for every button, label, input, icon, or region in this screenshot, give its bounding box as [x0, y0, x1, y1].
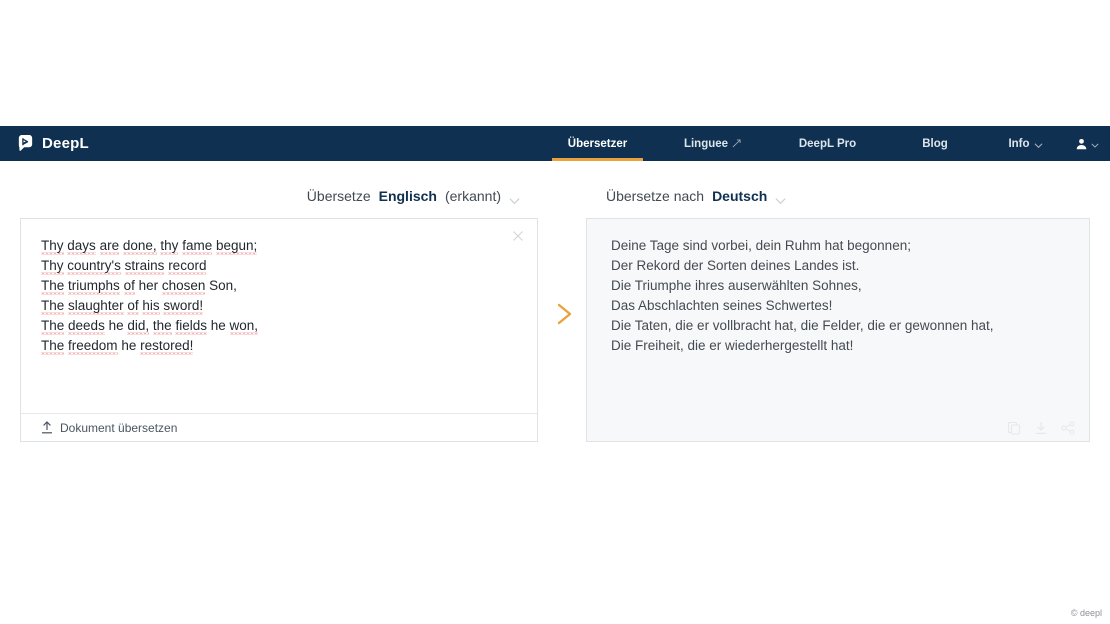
target-language-selector[interactable]: Übersetze nach Deutsch	[606, 188, 786, 205]
translation-line: Der Rekord der Sorten deines Landes ist.	[611, 258, 860, 273]
spellcheck-word: are	[99, 238, 120, 253]
source-word: he	[117, 338, 141, 353]
spellcheck-word: record	[168, 258, 207, 273]
download-icon[interactable]	[1034, 421, 1048, 435]
spellcheck-word: days	[67, 238, 96, 253]
target-action-icons	[1007, 421, 1075, 435]
spellcheck-word: his	[142, 298, 160, 313]
spellcheck-word: done,	[122, 238, 157, 253]
translate-document-button[interactable]: Dokument übersetzen	[41, 421, 177, 435]
spellcheck-word: of	[127, 298, 139, 313]
spellcheck-word: restored!	[140, 338, 194, 353]
nav-item-label: Blog	[922, 137, 948, 150]
chevron-down-icon	[775, 192, 786, 205]
source-word	[120, 278, 124, 293]
spellcheck-word: slaughter	[68, 298, 124, 313]
spellcheck-word: fields	[175, 318, 207, 333]
translation-line: Die Triumphe ihres auserwählten Sohnes,	[611, 278, 862, 293]
spellcheck-word: fame	[182, 238, 213, 253]
account-menu-button[interactable]	[1065, 126, 1110, 161]
top-navigation-bar: DeepL Übersetzer Linguee DeepL Pro Blog	[0, 126, 1110, 161]
spellcheck-word: freedom	[68, 338, 118, 353]
spellcheck-word: country's	[67, 258, 121, 273]
translation-line: Die Taten, die er vollbracht hat, die Fe…	[611, 318, 994, 333]
source-word: he	[104, 318, 128, 333]
spellcheck-word: strains	[124, 258, 165, 273]
share-icon[interactable]	[1061, 421, 1075, 435]
target-lang-prefix: Übersetze nach	[606, 188, 705, 204]
source-lang-value: Englisch	[378, 188, 437, 204]
nav-item-deepl-pro[interactable]: DeepL Pro	[770, 126, 885, 161]
spellcheck-word: did,	[127, 318, 150, 333]
upload-icon	[41, 421, 53, 434]
deepl-translator-page: DeepL Übersetzer Linguee DeepL Pro Blog	[0, 0, 1110, 624]
source-word: he	[206, 318, 230, 333]
external-link-icon	[732, 139, 741, 148]
source-word	[96, 238, 100, 253]
spellcheck-word: begun;	[215, 238, 258, 253]
chevron-right-icon[interactable]	[550, 298, 578, 330]
source-line: Thy days are done, thy fame begun;	[41, 236, 507, 256]
nav-item-blog[interactable]: Blog	[885, 126, 985, 161]
nav-item-label: Info	[1008, 137, 1030, 150]
spellcheck-word: won,	[229, 318, 259, 333]
spellcheck-word: The	[41, 278, 65, 293]
top-whitespace	[0, 0, 1110, 126]
source-lang-prefix: Übersetze	[306, 188, 371, 204]
spellcheck-word: The	[41, 298, 65, 313]
language-selector-row: Übersetze Englisch (erkannt) Übersetze n…	[0, 188, 1110, 216]
translation-line: Das Abschlachten seines Schwertes!	[611, 298, 833, 313]
nav-item-label: DeepL Pro	[798, 137, 857, 150]
chevron-down-icon	[1034, 140, 1043, 148]
spellcheck-word: Thy	[41, 258, 64, 273]
translation-output: Deine Tage sind vorbei, dein Ruhm hat be…	[611, 236, 1059, 356]
source-line: The triumphs of her chosen Son,	[41, 276, 507, 296]
chevron-down-icon	[1091, 140, 1099, 148]
deepl-logo-link[interactable]: DeepL	[16, 134, 89, 153]
spellcheck-word: thy	[160, 238, 179, 253]
nav-items: Übersetzer Linguee DeepL Pro Blog Info	[540, 126, 1110, 161]
spellcheck-word: chosen	[161, 278, 206, 293]
spellcheck-word: triumphs	[68, 278, 120, 293]
target-lang-value: Deutsch	[712, 188, 768, 204]
deepl-logo-icon	[16, 134, 35, 153]
source-panel-footer: Dokument übersetzen	[21, 413, 537, 441]
footer-credit: © deepl	[1070, 608, 1102, 618]
source-line: The slaughter of his sword!	[41, 296, 507, 316]
chevron-down-icon	[509, 192, 520, 205]
clear-source-icon[interactable]	[509, 227, 527, 245]
source-text-panel[interactable]: Thy days are done, thy fame begun; Thy co…	[20, 218, 538, 442]
spellcheck-word: the	[152, 318, 172, 333]
nav-item-label: Übersetzer	[567, 137, 628, 150]
nav-item-label: Linguee	[683, 137, 729, 150]
translate-document-label: Dokument übersetzen	[60, 420, 178, 435]
source-word: her	[134, 278, 162, 293]
target-text-panel[interactable]: Deine Tage sind vorbei, dein Ruhm hat be…	[586, 218, 1090, 442]
translation-line: Die Freiheit, die er wiederhergestellt h…	[611, 338, 854, 353]
spellcheck-word: sword!	[163, 298, 204, 313]
brand-name: DeepL	[42, 135, 89, 152]
spellcheck-word: Thy	[41, 238, 64, 253]
person-icon	[1076, 138, 1087, 150]
source-textarea[interactable]: Thy days are done, thy fame begun; Thy co…	[41, 236, 507, 356]
spellcheck-word: of	[123, 278, 135, 293]
nav-item-linguee[interactable]: Linguee	[655, 126, 770, 161]
spellcheck-word: The	[41, 338, 65, 353]
translation-line: Deine Tage sind vorbei, dein Ruhm hat be…	[611, 238, 911, 253]
nav-item-uebersetzer[interactable]: Übersetzer	[540, 126, 655, 161]
copy-icon[interactable]	[1007, 421, 1021, 435]
source-line: Thy country's strains record	[41, 256, 507, 276]
nav-item-info[interactable]: Info	[985, 126, 1065, 161]
source-word: Son,	[205, 278, 237, 293]
source-line: The freedom he restored!	[41, 336, 507, 356]
source-line: The deeds he did, the fields he won,	[41, 316, 507, 336]
spellcheck-word: The	[41, 318, 65, 333]
source-language-selector[interactable]: Übersetze Englisch (erkannt)	[306, 188, 520, 205]
source-lang-detected: (erkannt)	[444, 188, 501, 204]
spellcheck-word: deeds	[68, 318, 105, 333]
